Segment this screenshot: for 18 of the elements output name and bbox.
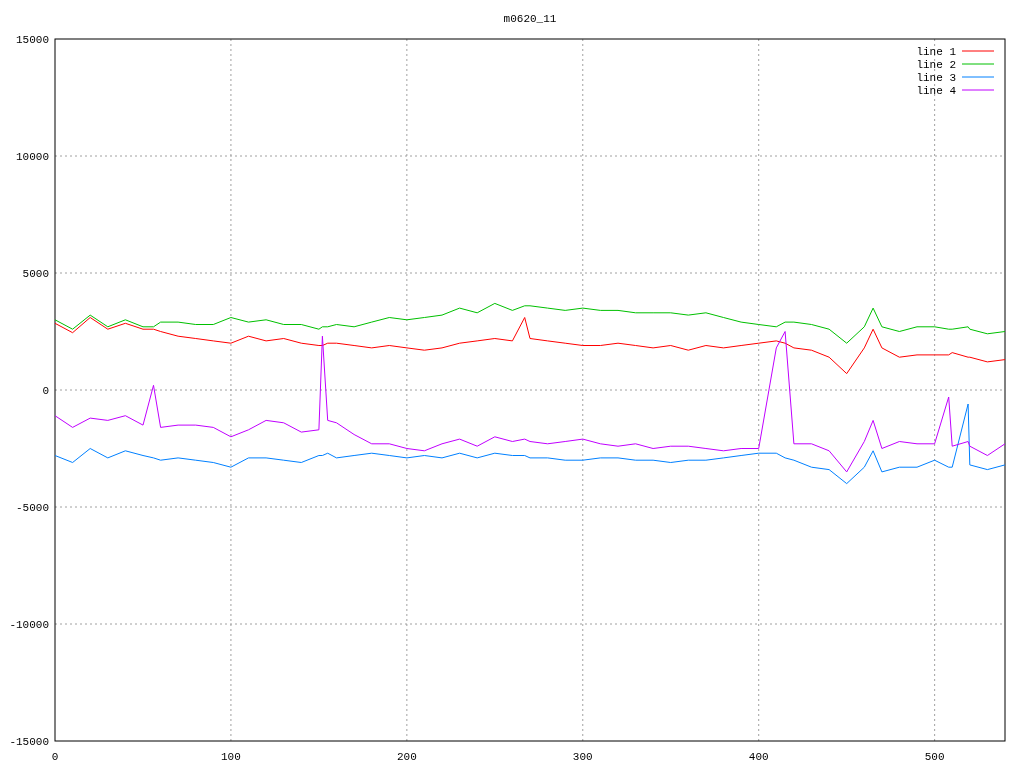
x-tick-label: 400 (748, 751, 769, 763)
y-tick-label: -15000 (9, 736, 49, 748)
x-tick-label: 500 (924, 751, 945, 763)
legend-label: line 4 (916, 85, 956, 97)
y-tick-label: 5000 (22, 268, 49, 280)
y-tick-label: 0 (42, 385, 49, 397)
x-tick-label: 100 (221, 751, 241, 763)
x-tick-label: 300 (572, 751, 593, 763)
y-tick-label: 10000 (16, 151, 49, 163)
y-tick-label: -5000 (16, 502, 49, 514)
legend-label: line 2 (916, 59, 956, 71)
legend-label: line 1 (916, 46, 956, 58)
y-tick-label: -10000 (9, 619, 49, 631)
x-tick-label: 200 (396, 751, 417, 763)
x-tick-label: 0 (51, 751, 59, 763)
chart-title: m0620_11 (503, 13, 557, 25)
legend-label: line 3 (916, 72, 956, 84)
y-tick-label: 15000 (16, 34, 49, 46)
